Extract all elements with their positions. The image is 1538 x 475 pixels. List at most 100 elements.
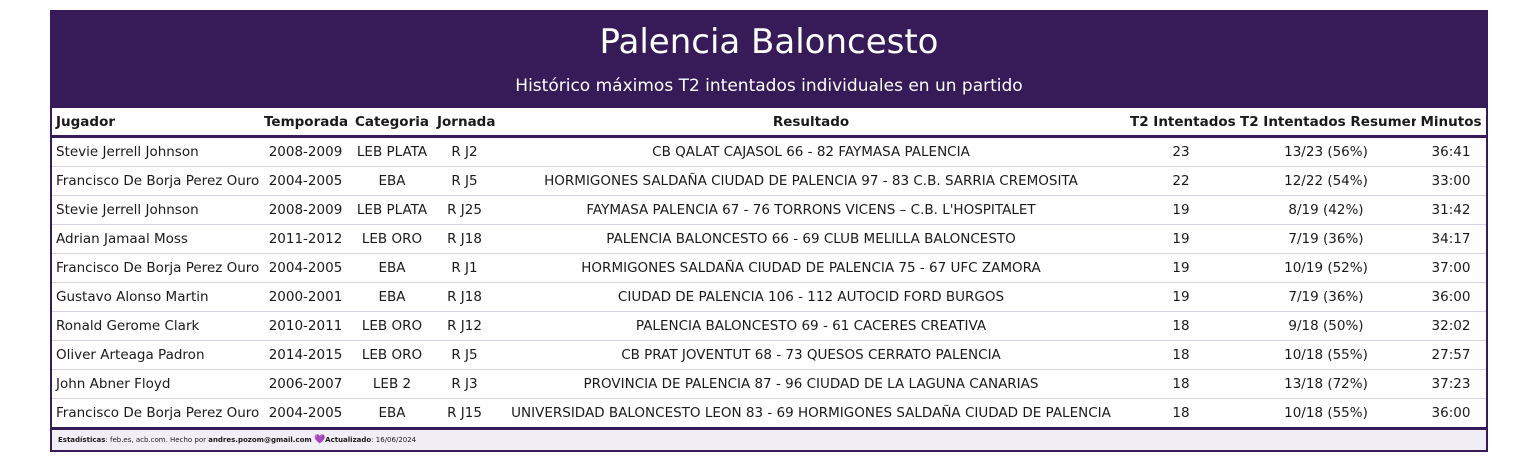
- cell-t2-resumen: 9/18 (50%): [1236, 311, 1416, 341]
- cell-jugador: Adrian Jamaal Moss: [52, 224, 260, 254]
- cell-minutos: 27:57: [1416, 340, 1486, 370]
- cell-t2-intentados: 19: [1126, 224, 1236, 254]
- cell-jugador: John Abner Floyd: [52, 369, 260, 399]
- table-row: Gustavo Alonso Martin 2000-2001 EBA R J18 CI…: [52, 282, 1486, 312]
- footer-author-link[interactable]: andres.pozom@gmail.com: [208, 436, 311, 444]
- cell-t2-intentados: 18: [1126, 311, 1236, 341]
- cell-t2-intentados: 18: [1126, 340, 1236, 370]
- cell-minutos: 37:23: [1416, 369, 1486, 399]
- footer-updated-label: Actualizado: [325, 436, 372, 444]
- cell-categoria: LEB ORO: [351, 340, 433, 370]
- column-header-t2-resumen[interactable]: T2 Intentados Resumen: [1236, 108, 1416, 138]
- cell-resultado: PALENCIA BALONCESTO 69 - 61 CACERES CREA…: [496, 311, 1126, 341]
- cell-jugador: Stevie Jerrell Johnson: [52, 195, 260, 225]
- column-header-categoria[interactable]: Categoria: [351, 108, 433, 138]
- cell-resultado: CB PRAT JOVENTUT 68 - 73 QUESOS CERRATO …: [496, 340, 1126, 370]
- table-row: Adrian Jamaal Moss 2011-2012 LEB ORO R J18 P…: [52, 224, 1486, 254]
- table-row: Francisco De Borja Perez Ouro 2004-2005 EB…: [52, 398, 1486, 430]
- cell-minutos: 33:00: [1416, 166, 1486, 196]
- cell-minutos: 36:00: [1416, 398, 1486, 430]
- stats-card: Palencia Baloncesto Histórico máximos T2…: [50, 10, 1488, 452]
- column-header-resultado[interactable]: Resultado: [496, 108, 1126, 138]
- table-row: Francisco De Borja Perez Ouro 2004-2005 EB…: [52, 166, 1486, 196]
- cell-categoria: LEB ORO: [351, 311, 433, 341]
- cell-t2-resumen: 10/18 (55%): [1236, 340, 1416, 370]
- footer-updated-text: : 16/06/2024: [371, 436, 417, 444]
- footer-stats-label: Estadísticas: [58, 436, 106, 444]
- cell-t2-resumen: 8/19 (42%): [1236, 195, 1416, 225]
- cell-categoria: LEB 2: [351, 369, 433, 399]
- table-row: John Abner Floyd 2006-2007 LEB 2R J3 PROVIN…: [52, 369, 1486, 399]
- cell-jornada: R J5: [433, 340, 496, 370]
- table-row: Francisco De Borja Perez Ouro 2004-2005 EB…: [52, 253, 1486, 283]
- cell-resultado: CB QALAT CAJASOL 66 - 82 FAYMASA PALENCI…: [496, 136, 1126, 167]
- cell-jornada: R J5: [433, 166, 496, 196]
- cell-t2-resumen: 7/19 (36%): [1236, 282, 1416, 312]
- cell-resultado: CIUDAD DE PALENCIA 106 - 112 AUTOCID FOR…: [496, 282, 1126, 312]
- cell-temporada: 2008-2009: [260, 136, 351, 167]
- table-row: Stevie Jerrell Johnson 2008-2009 LEB PLATA…: [52, 195, 1486, 225]
- cell-temporada: 2010-2011: [260, 311, 351, 341]
- cell-temporada: 2008-2009: [260, 195, 351, 225]
- cell-t2-intentados: 18: [1126, 369, 1236, 399]
- cell-categoria: EBA: [351, 282, 433, 312]
- cell-t2-intentados: 19: [1126, 253, 1236, 283]
- column-header-minutos[interactable]: Minutos: [1416, 108, 1486, 138]
- table-header-row: Jugador Temporada Categoria Jornada Resu…: [52, 108, 1486, 138]
- cell-jornada: R J25: [433, 195, 496, 225]
- table-row: Stevie Jerrell Johnson 2008-2009 LEB PLATA…: [52, 136, 1486, 167]
- cell-t2-intentados: 19: [1126, 282, 1236, 312]
- cell-resultado: UNIVERSIDAD BALONCESTO LEON 83 - 69 HORM…: [496, 398, 1126, 430]
- table-row: Ronald Gerome Clark 2010-2011 LEB ORO R J12…: [52, 311, 1486, 341]
- cell-resultado: HORMIGONES SALDAÑA CIUDAD DE PALENCIA 75…: [496, 253, 1126, 283]
- cell-t2-resumen: 7/19 (36%): [1236, 224, 1416, 254]
- cell-resultado: FAYMASA PALENCIA 67 - 76 TORRONS VICENS …: [496, 195, 1126, 225]
- cell-jugador: Francisco De Borja Perez Ouro: [52, 398, 260, 430]
- table-row: Oliver Arteaga Padron 2014-2015 LEB ORO R J…: [52, 340, 1486, 370]
- footer-stats-text: : feb.es, acb.com. Hecho por: [105, 436, 209, 444]
- stats-table: Jugador Temporada Categoria Jornada Resu…: [52, 108, 1486, 430]
- cell-t2-resumen: 10/18 (55%): [1236, 398, 1416, 430]
- cell-categoria: LEB PLATA: [351, 195, 433, 225]
- cell-minutos: 32:02: [1416, 311, 1486, 341]
- cell-jornada: R J18: [433, 282, 496, 312]
- cell-temporada: 2014-2015: [260, 340, 351, 370]
- cell-temporada: 2011-2012: [260, 224, 351, 254]
- cell-t2-intentados: 23: [1126, 136, 1236, 167]
- cell-jornada: R J12: [433, 311, 496, 341]
- cell-jugador: Gustavo Alonso Martin: [52, 282, 260, 312]
- cell-temporada: 2000-2001: [260, 282, 351, 312]
- page-subtitle: Histórico máximos T2 intentados individu…: [515, 76, 1023, 96]
- cell-categoria: EBA: [351, 398, 433, 430]
- cell-t2-resumen: 13/18 (72%): [1236, 369, 1416, 399]
- cell-jornada: R J18: [433, 224, 496, 254]
- cell-resultado: PROVINCIA DE PALENCIA 87 - 96 CIUDAD DE …: [496, 369, 1126, 399]
- cell-resultado: PALENCIA BALONCESTO 66 - 69 CLUB MELILLA…: [496, 224, 1126, 254]
- table-header-banner: Palencia Baloncesto Histórico máximos T2…: [52, 12, 1486, 108]
- cell-categoria: EBA: [351, 253, 433, 283]
- cell-jugador: Ronald Gerome Clark: [52, 311, 260, 341]
- cell-jugador: Oliver Arteaga Padron: [52, 340, 260, 370]
- cell-t2-resumen: 10/19 (52%): [1236, 253, 1416, 283]
- cell-t2-resumen: 12/22 (54%): [1236, 166, 1416, 196]
- column-header-temporada[interactable]: Temporada: [260, 108, 351, 138]
- cell-jugador: Francisco De Borja Perez Ouro: [52, 253, 260, 283]
- column-header-jugador[interactable]: Jugador: [52, 108, 260, 138]
- cell-minutos: 37:00: [1416, 253, 1486, 283]
- cell-jugador: Stevie Jerrell Johnson: [52, 136, 260, 167]
- cell-categoria: LEB PLATA: [351, 136, 433, 167]
- cell-temporada: 2004-2005: [260, 166, 351, 196]
- cell-t2-intentados: 22: [1126, 166, 1236, 196]
- cell-temporada: 2004-2005: [260, 398, 351, 430]
- cell-minutos: 34:17: [1416, 224, 1486, 254]
- cell-t2-intentados: 18: [1126, 398, 1236, 430]
- cell-temporada: 2004-2005: [260, 253, 351, 283]
- heart-icon: 💜: [313, 435, 326, 445]
- cell-t2-resumen: 13/23 (56%): [1236, 136, 1416, 167]
- column-header-t2-intentados[interactable]: T2 Intentados: [1126, 108, 1236, 138]
- cell-minutos: 31:42: [1416, 195, 1486, 225]
- cell-categoria: LEB ORO: [351, 224, 433, 254]
- cell-minutos: 36:41: [1416, 136, 1486, 167]
- cell-jornada: R J15: [433, 398, 496, 430]
- column-header-jornada[interactable]: Jornada: [433, 108, 496, 138]
